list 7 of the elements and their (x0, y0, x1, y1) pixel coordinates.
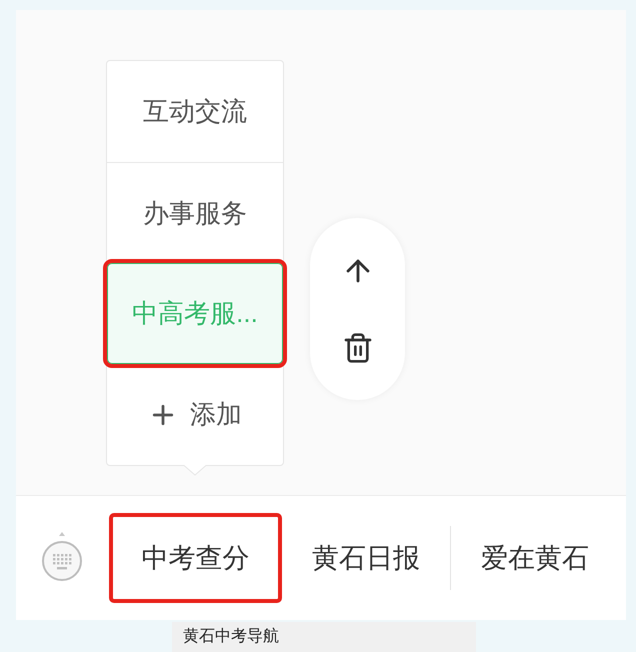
add-button[interactable]: 添加 (107, 364, 283, 465)
bottom-tab[interactable]: 中考查分 (109, 513, 282, 603)
delete-icon[interactable] (342, 332, 374, 364)
bottom-tab[interactable]: 黄石日报 (282, 513, 450, 603)
menu-item[interactable]: 互动交流 (107, 61, 283, 162)
bottom-tab[interactable]: 爱在黄石 (451, 513, 619, 603)
caption: 黄石中考导航 (172, 622, 476, 652)
